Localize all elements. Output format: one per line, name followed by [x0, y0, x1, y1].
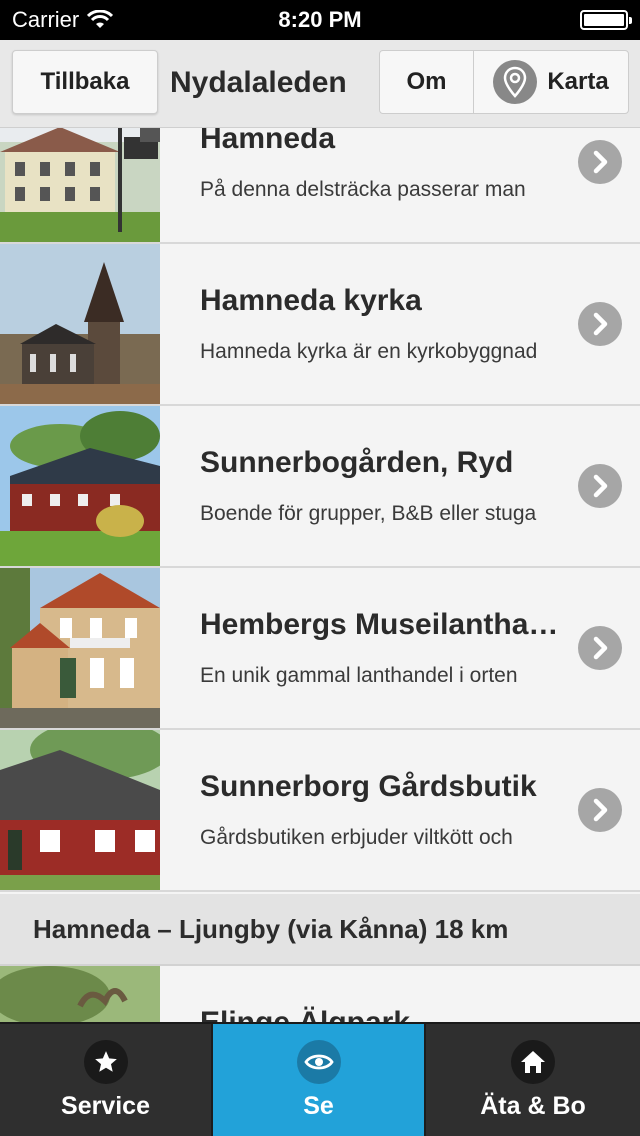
battery-icon: [580, 10, 632, 30]
item-title: Sunnerbogården, Ryd: [200, 446, 514, 479]
chevron-right-icon[interactable]: [578, 302, 622, 346]
navigation-bar: Tillbaka Nydalaleden Om Karta: [0, 40, 640, 128]
item-title: Elinge Älgpark: [200, 1006, 560, 1022]
map-pin-icon: [493, 60, 538, 104]
thumbnail-image: [0, 966, 160, 1022]
list-item[interactable]: Elinge Älgpark: [0, 966, 640, 1022]
chevron-right-icon[interactable]: [578, 140, 622, 184]
item-title: Sunnerborg Gårdsbutik: [200, 770, 537, 803]
item-description: En unik gammal lanthandel i orten: [200, 664, 518, 687]
item-description: Hamneda kyrka är en kyrkobyggnad: [200, 340, 538, 363]
section-header-label: Hamneda – Ljungby (via Kånna) 18 km: [33, 914, 509, 944]
item-title: Hamneda kyrka: [200, 284, 422, 317]
clock: 8:20 PM: [278, 7, 362, 32]
item-description: Boende för grupper, B&B eller stuga: [200, 502, 537, 525]
back-button[interactable]: Tillbaka: [12, 50, 158, 114]
tab-se[interactable]: Se: [213, 1024, 426, 1136]
nav-button-group: Om Karta: [379, 50, 629, 114]
list-item[interactable]: Hamneda kyrka Hamneda kyrka är en kyrkob…: [0, 244, 640, 406]
chevron-right-icon[interactable]: [578, 788, 622, 832]
chevron-right-icon[interactable]: [578, 464, 622, 508]
tab-service[interactable]: Service: [0, 1024, 213, 1136]
list-item[interactable]: Sunnerborg Gårdsbutik Gårdsbutiken erbju…: [0, 730, 640, 892]
places-list: Hamneda På denna delsträcka passerar man…: [0, 128, 640, 1022]
item-title: Hamneda: [200, 128, 336, 155]
map-button-label: Karta: [547, 68, 609, 95]
list-item[interactable]: Hembergs Museilanthandel En unik gammal …: [0, 568, 640, 730]
map-button[interactable]: Karta: [474, 51, 628, 113]
tab-ata-bo[interactable]: Äta & Bo: [426, 1024, 640, 1136]
home-icon: [511, 1040, 555, 1084]
tab-bar: Service Se Äta & Bo: [0, 1022, 640, 1136]
chevron-right-icon[interactable]: [578, 626, 622, 670]
list-item[interactable]: Sunnerbogården, Ryd Boende för grupper, …: [0, 406, 640, 568]
about-button[interactable]: Om: [380, 51, 474, 113]
thumbnail-image: [0, 244, 160, 404]
tab-label: Service: [61, 1092, 150, 1120]
tab-label: Se: [303, 1092, 334, 1120]
list-item[interactable]: Hamneda På denna delsträcka passerar man: [0, 128, 640, 244]
thumbnail-image: [0, 730, 160, 890]
star-icon: [83, 1040, 128, 1084]
thumbnail-image: [0, 128, 160, 242]
status-bar: Carrier 8:20 PM: [0, 0, 640, 40]
section-header: Hamneda – Ljungby (via Kånna) 18 km: [0, 894, 640, 966]
item-description: Gårdsbutiken erbjuder viltkött och: [200, 826, 513, 849]
tab-label: Äta & Bo: [480, 1092, 586, 1120]
item-title: Hembergs Museilanthandel: [200, 608, 560, 641]
thumbnail-image: [0, 568, 160, 728]
thumbnail-image: [0, 406, 160, 566]
eye-icon: [296, 1040, 341, 1084]
page-title: Nydalaleden: [170, 66, 347, 99]
item-description: På denna delsträcka passerar man: [200, 178, 526, 201]
